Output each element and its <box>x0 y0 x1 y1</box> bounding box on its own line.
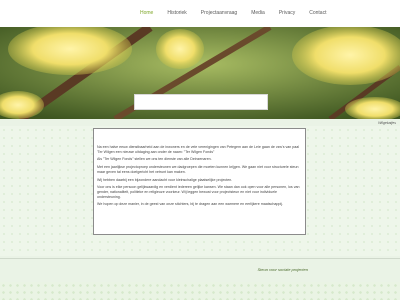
image-credit: Wilgekatjes <box>378 121 396 125</box>
footer-tagline: Steun voor sociale projecten <box>257 267 308 272</box>
intro-paragraph: We hopen op deze manier, in de geest van… <box>97 202 283 207</box>
catkin-center <box>156 29 204 69</box>
nav-privacy-link[interactable]: Privacy <box>272 0 302 27</box>
nav-media-link[interactable]: Media <box>244 0 272 27</box>
intro-text-box: Na een halve eeuw dienstbaarheid aan de … <box>93 128 306 235</box>
intro-paragraph: Wij hebben daarbij een bijzondere aandac… <box>97 177 233 182</box>
nav-projectaanvraag-link[interactable]: Projectaanvraag <box>194 0 244 27</box>
intro-paragraph: Als "Ter Wilgen Fonds" stellen we ons te… <box>97 157 212 162</box>
hero-title-bar <box>134 94 268 110</box>
main-menu: Home Historiek Projectaanvraag Media Pri… <box>133 0 333 27</box>
nav-historiek-link[interactable]: Historiek <box>160 0 193 27</box>
footer-divider <box>0 258 400 259</box>
intro-paragraph: Na een halve eeuw dienstbaarheid aan de … <box>97 145 300 154</box>
top-navigation-bar: Home Historiek Projectaanvraag Media Pri… <box>0 0 400 28</box>
hero-image <box>0 27 400 119</box>
nav-home-link[interactable]: Home <box>133 0 160 27</box>
nav-contact-link[interactable]: Contact <box>302 0 333 27</box>
intro-paragraph: Voor ons is elke persoon gelijkwaardig e… <box>97 185 300 199</box>
bottom-pattern-band <box>0 282 400 300</box>
intro-paragraph: Met een jaarlijkse projectoproep onderst… <box>97 165 299 174</box>
